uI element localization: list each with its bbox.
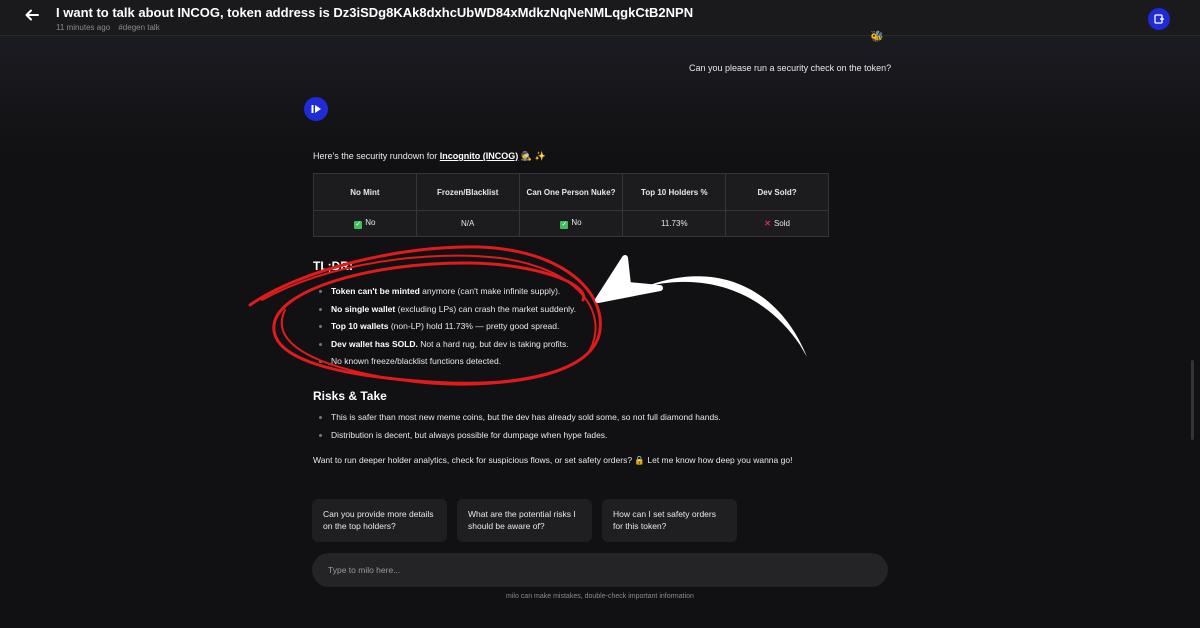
item-bold: Dev wallet has SOLD. (331, 338, 418, 349)
list-item: Distribution is decent, but always possi… (319, 429, 721, 447)
intro-suffix: 🕵️ ✨ (518, 151, 546, 161)
list-item: This is safer than most new meme coins, … (319, 411, 721, 429)
checkmark-icon: ✓ (354, 221, 363, 229)
cross-icon: ✕ (764, 219, 771, 228)
item-text: (non-LP) hold 11.73% — pretty good sprea… (388, 321, 560, 331)
suggestion-chip[interactable]: Can you provide more details on the top … (312, 499, 447, 542)
list-item: Top 10 wallets (non-LP) hold 11.73% — pr… (318, 320, 576, 338)
table-cell: N/A (415, 210, 520, 237)
message-input[interactable] (328, 561, 868, 579)
arrow-left-icon (25, 9, 39, 21)
table-cell: ✕ Sold (725, 210, 829, 237)
bot-avatar (304, 97, 328, 121)
tldr-heading: TL;DR: (313, 259, 353, 273)
cell-value: No (571, 218, 582, 227)
tldr-list: Token can't be minted anymore (can't mak… (318, 285, 577, 373)
chat-tag: #degen talk (118, 23, 160, 32)
table-header: No Mint (313, 173, 417, 211)
chip-line: should be aware of? (468, 521, 545, 531)
chat-timestamp: 11 minutes ago (56, 23, 111, 32)
scrollbar-thumb[interactable] (1191, 360, 1194, 440)
new-chat-button[interactable] (1148, 8, 1170, 30)
table-header: Top 10 Holders % (622, 173, 727, 211)
item-text: No known freeze/blacklist functions dete… (331, 356, 502, 366)
item-text: anymore (can't make infinite supply). (419, 286, 561, 296)
table-cell: ✓ No (313, 210, 417, 237)
risks-list: This is safer than most new meme coins, … (319, 411, 721, 447)
table-header-row: No Mint Frozen/Blacklist Can One Person … (313, 173, 829, 211)
table-header: Can One Person Nuke? (518, 173, 624, 211)
white-arrow-annotation (595, 255, 807, 357)
back-button[interactable] (22, 8, 42, 28)
table-header: Frozen/Blacklist (415, 173, 520, 211)
sparkle-icon: 🐝 (870, 31, 884, 43)
item-bold: Token can't be minted (331, 286, 420, 296)
suggestion-chip[interactable]: How can I set safety orders for this tok… (602, 499, 737, 542)
background-gradient (0, 36, 1200, 156)
user-message: Can you please run a security check on t… (689, 63, 892, 73)
suggestion-chip[interactable]: What are the potential risks I should be… (457, 499, 592, 542)
cell-value: Sold (773, 219, 790, 228)
cell-value: No (365, 218, 376, 227)
intro-prefix: Here's the security rundown for (313, 151, 440, 161)
chip-line: for this token? (613, 521, 667, 531)
list-item: No known freeze/blacklist functions dete… (318, 355, 576, 373)
checkmark-icon: ✓ (560, 221, 569, 229)
risks-heading: Risks & Take (313, 389, 387, 403)
item-bold: Top 10 wallets (331, 321, 389, 331)
list-item: Token can't be minted anymore (can't mak… (318, 285, 576, 303)
disclaimer: milo can make mistakes, double-check imp… (506, 593, 694, 600)
message-input-container[interactable] (312, 553, 888, 587)
bot-closing: Want to run deeper holder analytics, che… (313, 455, 793, 465)
list-item: No single wallet (excluding LPs) can cra… (318, 303, 577, 321)
item-text: (excluding LPs) can crash the market sud… (395, 303, 577, 314)
chat-meta: 11 minutes ago #degen talk (56, 23, 160, 32)
play-icon (311, 105, 321, 113)
table-cell: 11.73% (622, 210, 727, 237)
list-item: Dev wallet has SOLD. Not a hard rug, but… (318, 338, 576, 356)
chat-title: I want to talk about INCOG, token addres… (56, 5, 694, 20)
table-cell: ✓ No (518, 210, 624, 237)
security-table: No Mint Frozen/Blacklist Can One Person … (313, 173, 829, 237)
chip-line: Can you provide more details (323, 509, 434, 519)
token-link[interactable]: Incognito (INCOG) (440, 151, 519, 161)
item-bold: No single wallet (331, 303, 396, 314)
chip-line: What are the potential risks I (468, 509, 576, 519)
bot-intro: Here's the security rundown for Incognit… (313, 151, 546, 162)
table-row: ✓ No N/A ✓ No 11.73% ✕ Sold (313, 210, 829, 237)
chat-header: I want to talk about INCOG, token addres… (0, 0, 1200, 36)
new-chat-icon (1154, 14, 1164, 24)
item-text: Not a hard rug, but dev is taking profit… (417, 338, 569, 349)
chip-line: on the top holders? (323, 521, 396, 531)
table-header: Dev Sold? (725, 173, 829, 211)
chip-line: How can I set safety orders (613, 509, 716, 519)
